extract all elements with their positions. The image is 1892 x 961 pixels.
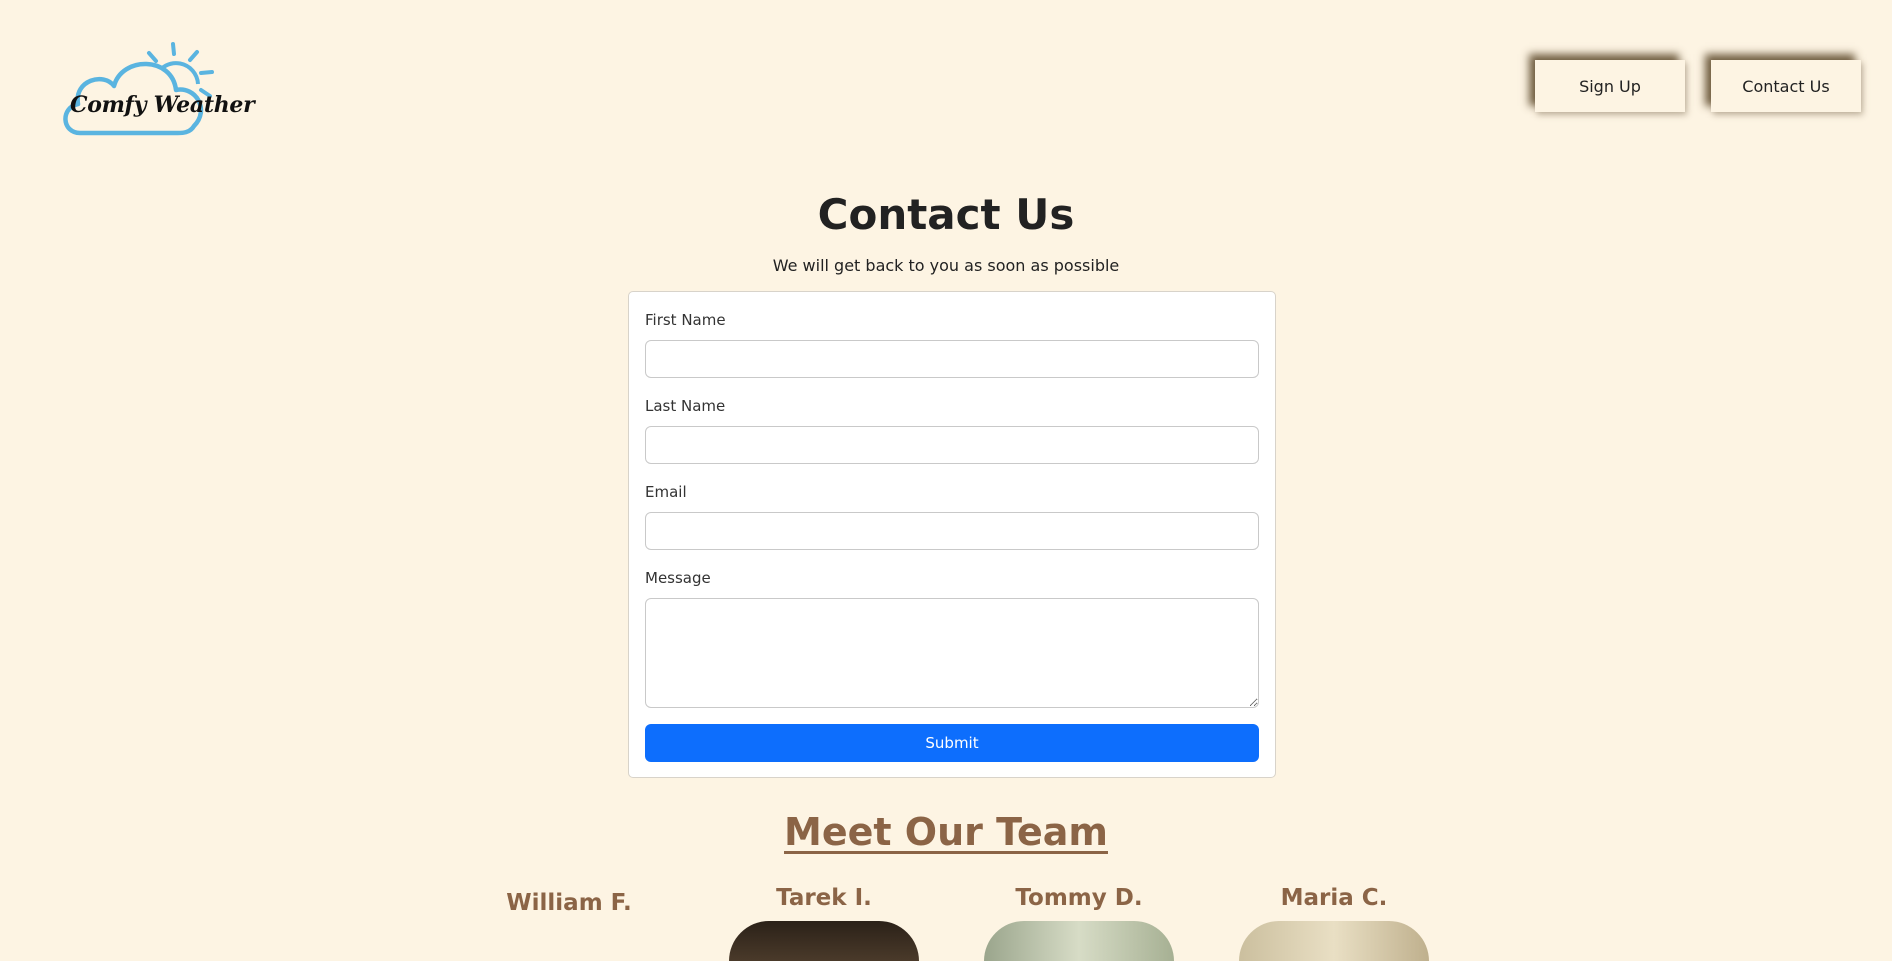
last-name-label: Last Name: [645, 397, 726, 415]
submit-button[interactable]: Submit: [645, 724, 1259, 762]
team-member-name: William F.: [506, 890, 632, 916]
page-title: Contact Us: [817, 190, 1075, 239]
team-member-photo: [1239, 921, 1429, 961]
email-label: Email: [645, 483, 687, 501]
sign-up-button[interactable]: Sign Up: [1535, 60, 1685, 112]
first-name-label: First Name: [645, 311, 726, 329]
logo-text: Comfy Weather: [70, 92, 255, 118]
team-member-name: Tommy D.: [1015, 885, 1143, 911]
team-member-name: Maria C.: [1280, 885, 1388, 911]
message-label: Message: [645, 569, 711, 587]
page-subtitle: We will get back to you as soon as possi…: [772, 256, 1120, 275]
contact-form: First Name Last Name Email Message Submi…: [628, 291, 1276, 778]
team-member-photo: [729, 921, 919, 961]
team-member-name: Tarek I.: [776, 885, 872, 911]
team-member-photo: [984, 921, 1174, 961]
last-name-input[interactable]: [645, 426, 1259, 464]
team-heading: Meet Our Team: [784, 810, 1108, 854]
logo[interactable]: Comfy Weather: [60, 38, 255, 138]
first-name-input[interactable]: [645, 340, 1259, 378]
contact-us-button[interactable]: Contact Us: [1711, 60, 1861, 112]
message-textarea[interactable]: [645, 598, 1259, 708]
cloud-sun-icon: [63, 42, 214, 136]
email-input[interactable]: [645, 512, 1259, 550]
